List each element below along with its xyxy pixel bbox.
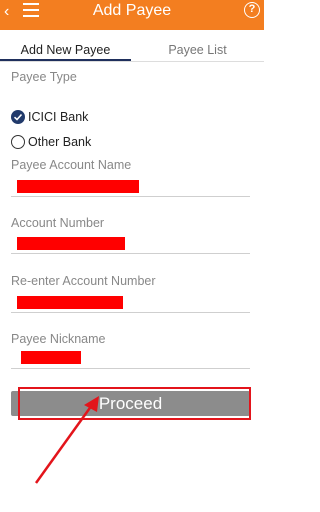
annotation-arrow-icon <box>34 396 99 484</box>
